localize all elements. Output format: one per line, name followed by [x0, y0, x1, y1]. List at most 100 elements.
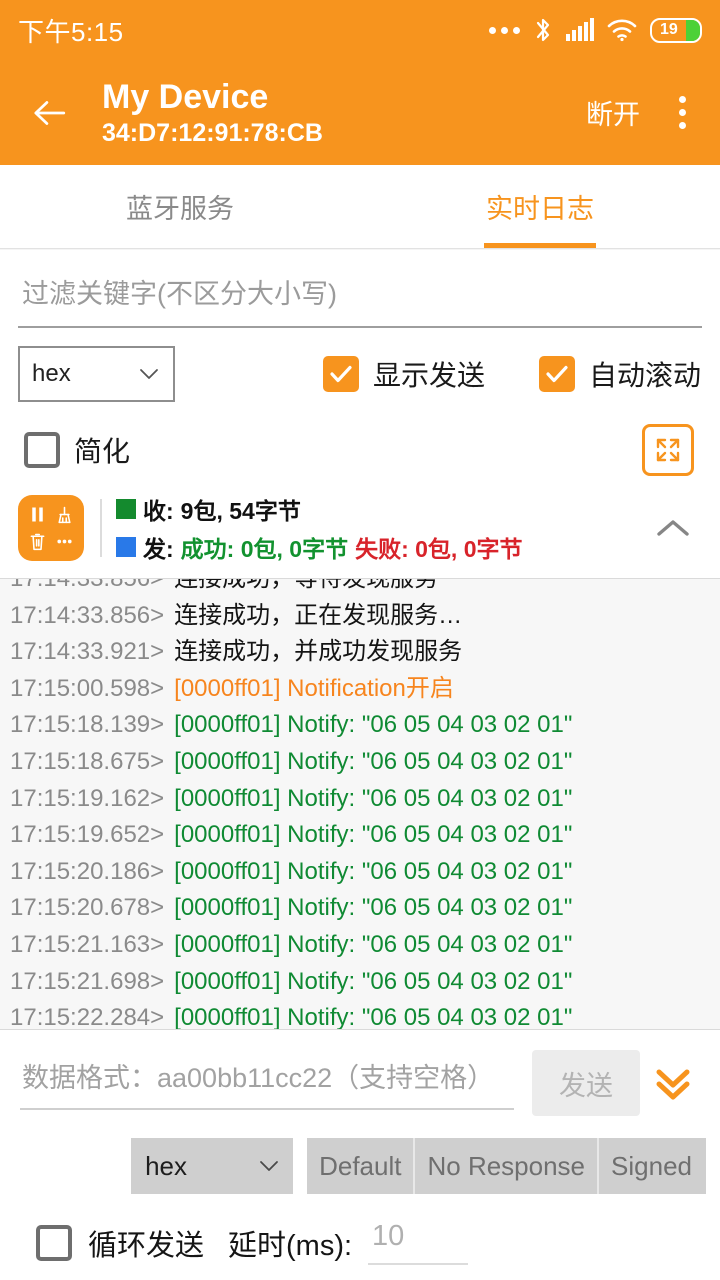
write-type-no-response[interactable]: No Response — [415, 1138, 599, 1194]
app-bar-titles: My Device 34:D7:12:91:78:CB — [102, 77, 586, 149]
app-screen: 下午5:15 19 My Devic — [0, 0, 720, 1280]
write-format-select[interactable]: hex — [131, 1138, 293, 1194]
log-timestamp: 17:14:33.856> — [10, 578, 164, 598]
back-button[interactable] — [22, 86, 76, 140]
log-message: [0000ff01] Notification开启 — [174, 671, 454, 708]
log-line: 17:14:33.856> 连接成功，等待发现服务 — [10, 578, 710, 598]
loop-send-checkbox[interactable] — [36, 1225, 72, 1261]
log-message: [0000ff01] Notify: "06 05 04 03 02 01" — [174, 854, 572, 891]
loop-send-label: 循环发送 — [88, 1222, 204, 1264]
check-icon — [544, 361, 570, 387]
stats-row: 收: 9包, 54字节 发: 成功: 0包, 0字节 失败: 0包, 0字节 — [0, 476, 720, 578]
battery-level: 19 — [660, 21, 678, 39]
tx-label: 发: — [143, 530, 174, 564]
log-message: 连接成功，并成功发现服务 — [174, 634, 462, 671]
tab-bar: 蓝牙服务 实时日志 — [0, 165, 720, 249]
log-timestamp: 17:15:21.698> — [10, 964, 164, 1001]
rx-label: 收: — [143, 492, 174, 526]
log-line: 17:15:19.162>[0000ff01] Notify: "06 05 0… — [10, 781, 710, 818]
more-dots-icon — [54, 531, 75, 552]
signal-icon — [566, 19, 594, 41]
log-timestamp: 17:15:00.598> — [10, 671, 164, 708]
write-type-default[interactable]: Default — [307, 1138, 415, 1194]
write-options-row: hex Default No Response Signed — [0, 1116, 720, 1194]
log-timestamp: 17:15:19.652> — [10, 817, 164, 854]
status-time: 下午5:15 — [18, 12, 124, 49]
stats-text: 收: 9包, 54字节 发: 成功: 0包, 0字节 失败: 0包, 0字节 — [116, 492, 646, 564]
simplify-checkbox-group[interactable]: 简化 — [24, 430, 130, 470]
log-list[interactable]: 17:14:33.856> 连接成功，等待发现服务17:14:33.856>连接成… — [0, 578, 720, 1030]
chevron-down-icon — [139, 368, 159, 380]
log-actions-button[interactable] — [18, 495, 84, 561]
filter-input[interactable] — [18, 271, 702, 328]
send-data-input[interactable] — [20, 1057, 514, 1110]
log-message: [0000ff01] Notify: "06 05 04 03 02 01" — [174, 781, 572, 818]
log-message: [0000ff01] Notify: "06 05 04 03 02 01" — [174, 927, 572, 964]
log-line: 17:15:22.284> [0000ff01] Notify: "06 05 0… — [10, 1000, 710, 1030]
log-line: 17:15:21.698> [0000ff01] Notify: "06 05 0… — [10, 964, 710, 1001]
log-lines-container: 17:14:33.856> 连接成功，等待发现服务17:14:33.856>连接成… — [10, 578, 710, 1030]
log-message: [0000ff01] Notify: "06 05 04 03 02 01" — [174, 1000, 572, 1030]
double-chevron-down-icon — [650, 1060, 696, 1106]
log-timestamp: 17:15:20.186> — [10, 854, 164, 891]
check-icon — [328, 361, 354, 387]
collapse-stats-button[interactable] — [646, 516, 700, 540]
filter-row — [0, 249, 720, 328]
show-send-label: 显示发送 — [373, 354, 485, 394]
bluetooth-icon — [533, 16, 553, 44]
divider — [100, 499, 102, 557]
write-type-segmented-control: Default No Response Signed — [307, 1138, 706, 1194]
status-icons: 19 — [489, 16, 702, 44]
tab-bluetooth-services[interactable]: 蓝牙服务 — [0, 165, 360, 248]
simplify-row: 简化 — [0, 402, 720, 476]
tx-success-value: 成功: 0包, 0字节 — [181, 530, 348, 564]
scroll-to-bottom-button[interactable] — [640, 1060, 706, 1106]
log-timestamp: 17:15:22.284> — [10, 1000, 164, 1030]
write-type-signed[interactable]: Signed — [599, 1138, 706, 1194]
log-line: 17:14:33.921> 连接成功，并成功发现服务 — [10, 634, 710, 671]
log-message: [0000ff01] Notify: "06 05 04 03 02 01" — [174, 707, 572, 744]
log-line: 17:15:18.675>[0000ff01] Notify: "06 05 0… — [10, 744, 710, 781]
log-line: 17:15:19.652> [0000ff01] Notify: "06 05 0… — [10, 817, 710, 854]
show-send-checkbox-group[interactable]: 显示发送 — [323, 354, 485, 394]
log-message: [0000ff01] Notify: "06 05 04 03 02 01" — [174, 890, 572, 927]
tab-realtime-log[interactable]: 实时日志 — [360, 165, 720, 248]
log-message: [0000ff01] Notify: "06 05 04 03 02 01" — [174, 817, 572, 854]
log-message: [0000ff01] Notify: "06 05 04 03 02 01" — [174, 744, 572, 781]
device-mac-address: 34:D7:12:91:78:CB — [102, 117, 586, 149]
auto-scroll-checkbox-group[interactable]: 自动滚动 — [539, 354, 701, 394]
wifi-icon — [607, 18, 637, 42]
rx-stats-line: 收: 9包, 54字节 — [116, 492, 646, 526]
log-format-select[interactable]: hex — [18, 346, 175, 402]
log-timestamp: 17:15:21.163> — [10, 927, 164, 964]
log-timestamp: 17:15:20.678> — [10, 890, 164, 927]
fullscreen-button[interactable] — [642, 424, 694, 476]
log-line: 17:15:20.678> [0000ff01] Notify: "06 05 0… — [10, 890, 710, 927]
delay-input[interactable] — [368, 1220, 468, 1265]
page-title: My Device — [102, 77, 586, 117]
rx-color-swatch — [116, 499, 136, 519]
status-bar: 下午5:15 19 — [0, 0, 720, 60]
fullscreen-expand-icon — [652, 434, 684, 466]
disconnect-button[interactable]: 断开 — [586, 93, 640, 132]
tx-fail-value: 失败: 0包, 0字节 — [355, 530, 522, 564]
log-line: 17:15:18.139>[0000ff01] Notify: "06 05 0… — [10, 707, 710, 744]
log-timestamp: 17:14:33.921> — [10, 634, 164, 671]
log-options-row: hex 显示发送 自动滚动 — [0, 328, 720, 402]
log-line: 17:15:21.163> [0000ff01] Notify: "06 05 0… — [10, 927, 710, 964]
log-message: [0000ff01] Notify: "06 05 04 03 02 01" — [174, 964, 572, 1001]
send-button[interactable]: 发送 — [532, 1050, 640, 1116]
log-message: 连接成功，等待发现服务 — [174, 578, 438, 598]
simplify-label: 简化 — [74, 430, 130, 470]
simplify-checkbox[interactable] — [24, 432, 60, 468]
show-send-checkbox[interactable] — [323, 356, 359, 392]
delay-label: 延时(ms): — [228, 1222, 352, 1264]
tx-color-swatch — [116, 537, 136, 557]
rx-value: 9包, 54字节 — [181, 492, 301, 526]
log-line: 17:15:00.598> [0000ff01] Notification开启 — [10, 671, 710, 708]
log-line: 17:14:33.856>连接成功，正在发现服务… — [10, 598, 710, 635]
overflow-menu-icon[interactable] — [670, 96, 698, 129]
auto-scroll-checkbox[interactable] — [539, 356, 575, 392]
log-line: 17:15:20.186> [0000ff01] Notify: "06 05 0… — [10, 854, 710, 891]
pause-icon — [27, 504, 48, 525]
